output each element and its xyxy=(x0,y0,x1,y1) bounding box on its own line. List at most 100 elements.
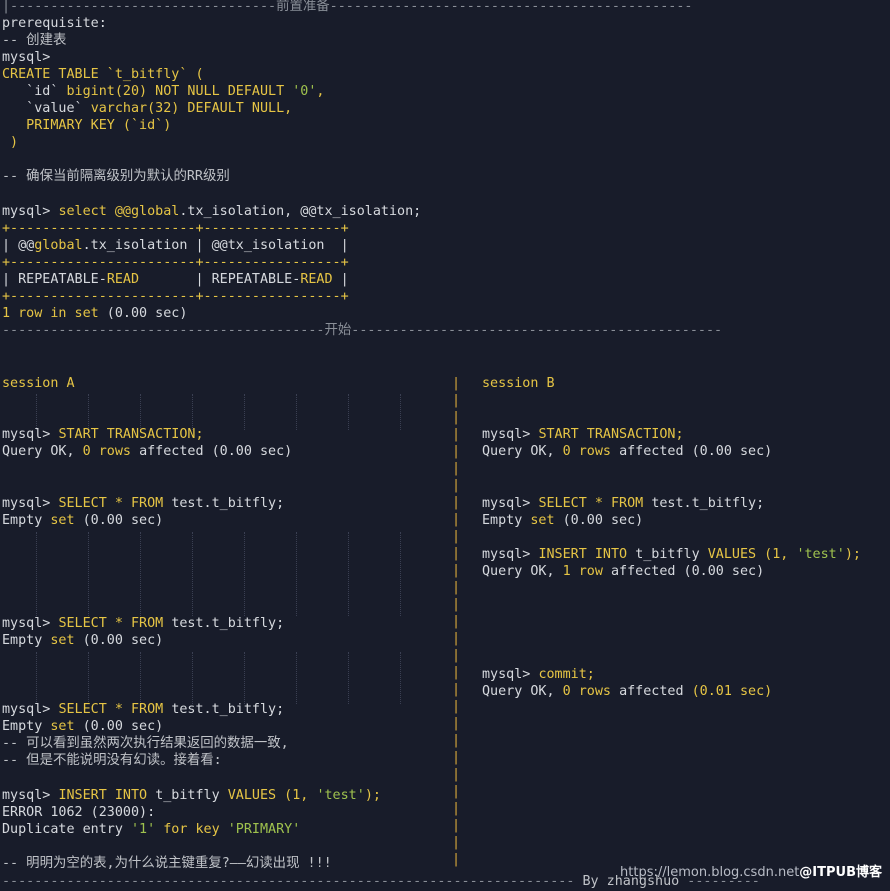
session-a-start-tx: mysql> START TRANSACTION; xyxy=(2,426,204,443)
start-rule: ----------------------------------------… xyxy=(2,322,722,339)
ok-time: (0.01 sec) xyxy=(691,684,773,699)
insert-table: t_bitfly xyxy=(155,788,228,803)
col-id-default: '0' xyxy=(292,84,317,99)
divider-bar: | xyxy=(452,580,461,595)
divider-bar: | xyxy=(452,478,461,493)
top-rule: |---------------------------------前置准备--… xyxy=(2,0,692,15)
row-e: | xyxy=(332,272,349,287)
rows-text: row in set xyxy=(18,306,99,321)
insert-end: ); xyxy=(844,547,861,562)
session-a-error-2: Duplicate entry '1' for key 'PRIMARY' xyxy=(2,821,300,838)
divider-bar: | xyxy=(452,784,461,799)
ok-a: Query OK, xyxy=(2,444,83,459)
set-word: set xyxy=(50,719,75,734)
col-value: `value` xyxy=(2,101,91,116)
prompt: mysql> xyxy=(2,702,59,717)
divider-bar: | xyxy=(452,563,461,578)
start-rule-left: ---------------------------------------- xyxy=(2,323,325,338)
result-table-border-mid: +-----------------------+---------------… xyxy=(2,255,349,270)
session-b-title: session B xyxy=(482,376,555,391)
prompt: mysql> xyxy=(2,204,59,219)
select-cmd: SELECT * FROM xyxy=(58,616,172,631)
time: (0.00 sec) xyxy=(554,513,644,528)
col-id-comma: , xyxy=(316,84,325,99)
set-word: set xyxy=(50,513,75,528)
set-word: set xyxy=(50,633,75,648)
ok-a: Query OK, xyxy=(482,444,563,459)
divider-bar: | xyxy=(452,410,461,425)
for-key: for key xyxy=(155,822,228,837)
session-a-note-2: -- 但是不能说明没有幻读。接着看: xyxy=(2,753,222,768)
insert-values: VALUES (1, xyxy=(227,788,317,803)
session-b-empty: Empty set (0.00 sec) xyxy=(482,512,643,529)
start-tx-cmd: START TRANSACTION; xyxy=(538,427,684,442)
col-id: `id` xyxy=(2,84,67,99)
ok-affected: affected (0.00 sec) xyxy=(139,444,293,459)
commit-cmd: commit; xyxy=(538,667,595,682)
divider-bar: | xyxy=(452,529,461,544)
session-b-commit: mysql> commit; xyxy=(482,666,595,683)
session-b-start-tx-ok: Query OK, 0 rows affected (0.00 sec) xyxy=(482,443,772,460)
ok-count: 0 xyxy=(562,444,579,459)
prompt: mysql> xyxy=(482,496,539,511)
header-a: | @@ xyxy=(2,238,35,253)
select-table: test.t_bitfly; xyxy=(651,496,765,511)
divider-bar: | xyxy=(452,750,461,765)
result-table-border-top: +-----------------------+---------------… xyxy=(2,221,349,236)
ok-count: 1 xyxy=(562,564,579,579)
top-rule-left: |--------------------------------- xyxy=(2,0,277,14)
select-cmd: SELECT * FROM xyxy=(58,702,172,717)
insert-end: ); xyxy=(364,788,381,803)
prompt: mysql> xyxy=(2,427,59,442)
divider-bar: | xyxy=(452,631,461,646)
divider-bar: | xyxy=(452,852,461,867)
session-b-insert: mysql> INSERT INTO t_bitfly VALUES (1, '… xyxy=(482,546,861,563)
select-isolation-line: mysql> select @@global.tx_isolation, @@t… xyxy=(2,203,421,220)
watermark-url: https://lemon.blog.csdn.net xyxy=(620,865,800,880)
divider-bar: | xyxy=(452,614,461,629)
row-c: | REPEATABLE- xyxy=(139,272,301,287)
insert-string: 'test' xyxy=(316,788,365,803)
watermark-brand: @ITPUB博客 xyxy=(799,865,882,880)
divider-bar: | xyxy=(452,461,461,476)
session-a-insert: mysql> INSERT INTO t_bitfly VALUES (1, '… xyxy=(2,787,381,804)
primary-key: 'PRIMARY' xyxy=(227,822,301,837)
insert-values: VALUES (1, xyxy=(707,547,797,562)
top-rule-title: 前置准备 xyxy=(276,0,330,14)
create-table-line-2: `id` bigint(20) NOT NULL DEFAULT '0', xyxy=(2,83,324,100)
rows-count: 1 xyxy=(2,306,19,321)
dup-value: '1' xyxy=(131,822,156,837)
session-a-error-1: ERROR 1062 (23000): xyxy=(2,805,156,820)
create-table-line-3: `value` varchar(32) DEFAULT NULL, xyxy=(2,100,292,117)
ok-affected: affected (0.00 sec) xyxy=(619,444,773,459)
insert-cmd: INSERT INTO xyxy=(58,788,156,803)
ok-a: Query OK, xyxy=(482,684,563,699)
select-table: test.t_bitfly; xyxy=(171,496,285,511)
session-b-commit-ok: Query OK, 0 rows affected (0.01 sec) xyxy=(482,683,772,700)
divider-bar: | xyxy=(452,512,461,527)
divider-bar: | xyxy=(452,835,461,850)
session-a-empty-3: Empty set (0.00 sec) xyxy=(2,718,163,735)
divider-bar: | xyxy=(452,495,461,510)
empty-word: Empty xyxy=(482,513,531,528)
col-id-def: bigint(20) NOT NULL DEFAULT xyxy=(66,84,293,99)
prompt: mysql> xyxy=(482,427,539,442)
divider-bar: | xyxy=(452,767,461,782)
create-table-line-4: PRIMARY KEY (`id`) xyxy=(2,118,172,133)
dup-entry: Duplicate entry xyxy=(2,822,131,837)
select-table: test.t_bitfly; xyxy=(171,702,285,717)
insert-string: 'test' xyxy=(796,547,845,562)
session-a-select-3: mysql> SELECT * FROM test.t_bitfly; xyxy=(2,701,284,718)
ok-affected: affected (0.00 sec) xyxy=(611,564,765,579)
col-value-def: varchar(32) DEFAULT NULL, xyxy=(90,101,293,116)
result-table-header: | @@global.tx_isolation | @@tx_isolation… xyxy=(2,237,349,254)
prompt: mysql> xyxy=(482,667,539,682)
divider-bar: | xyxy=(452,716,461,731)
session-a-empty-1: Empty set (0.00 sec) xyxy=(2,512,163,529)
start-rule-title: 开始 xyxy=(324,323,352,338)
create-table-line-1: CREATE TABLE `t_bitfly` ( xyxy=(2,67,204,82)
divider-bar: | xyxy=(452,376,461,391)
prompt: mysql> xyxy=(2,616,59,631)
ok-affected: affected xyxy=(619,684,692,699)
divider-bar: | xyxy=(452,682,461,697)
